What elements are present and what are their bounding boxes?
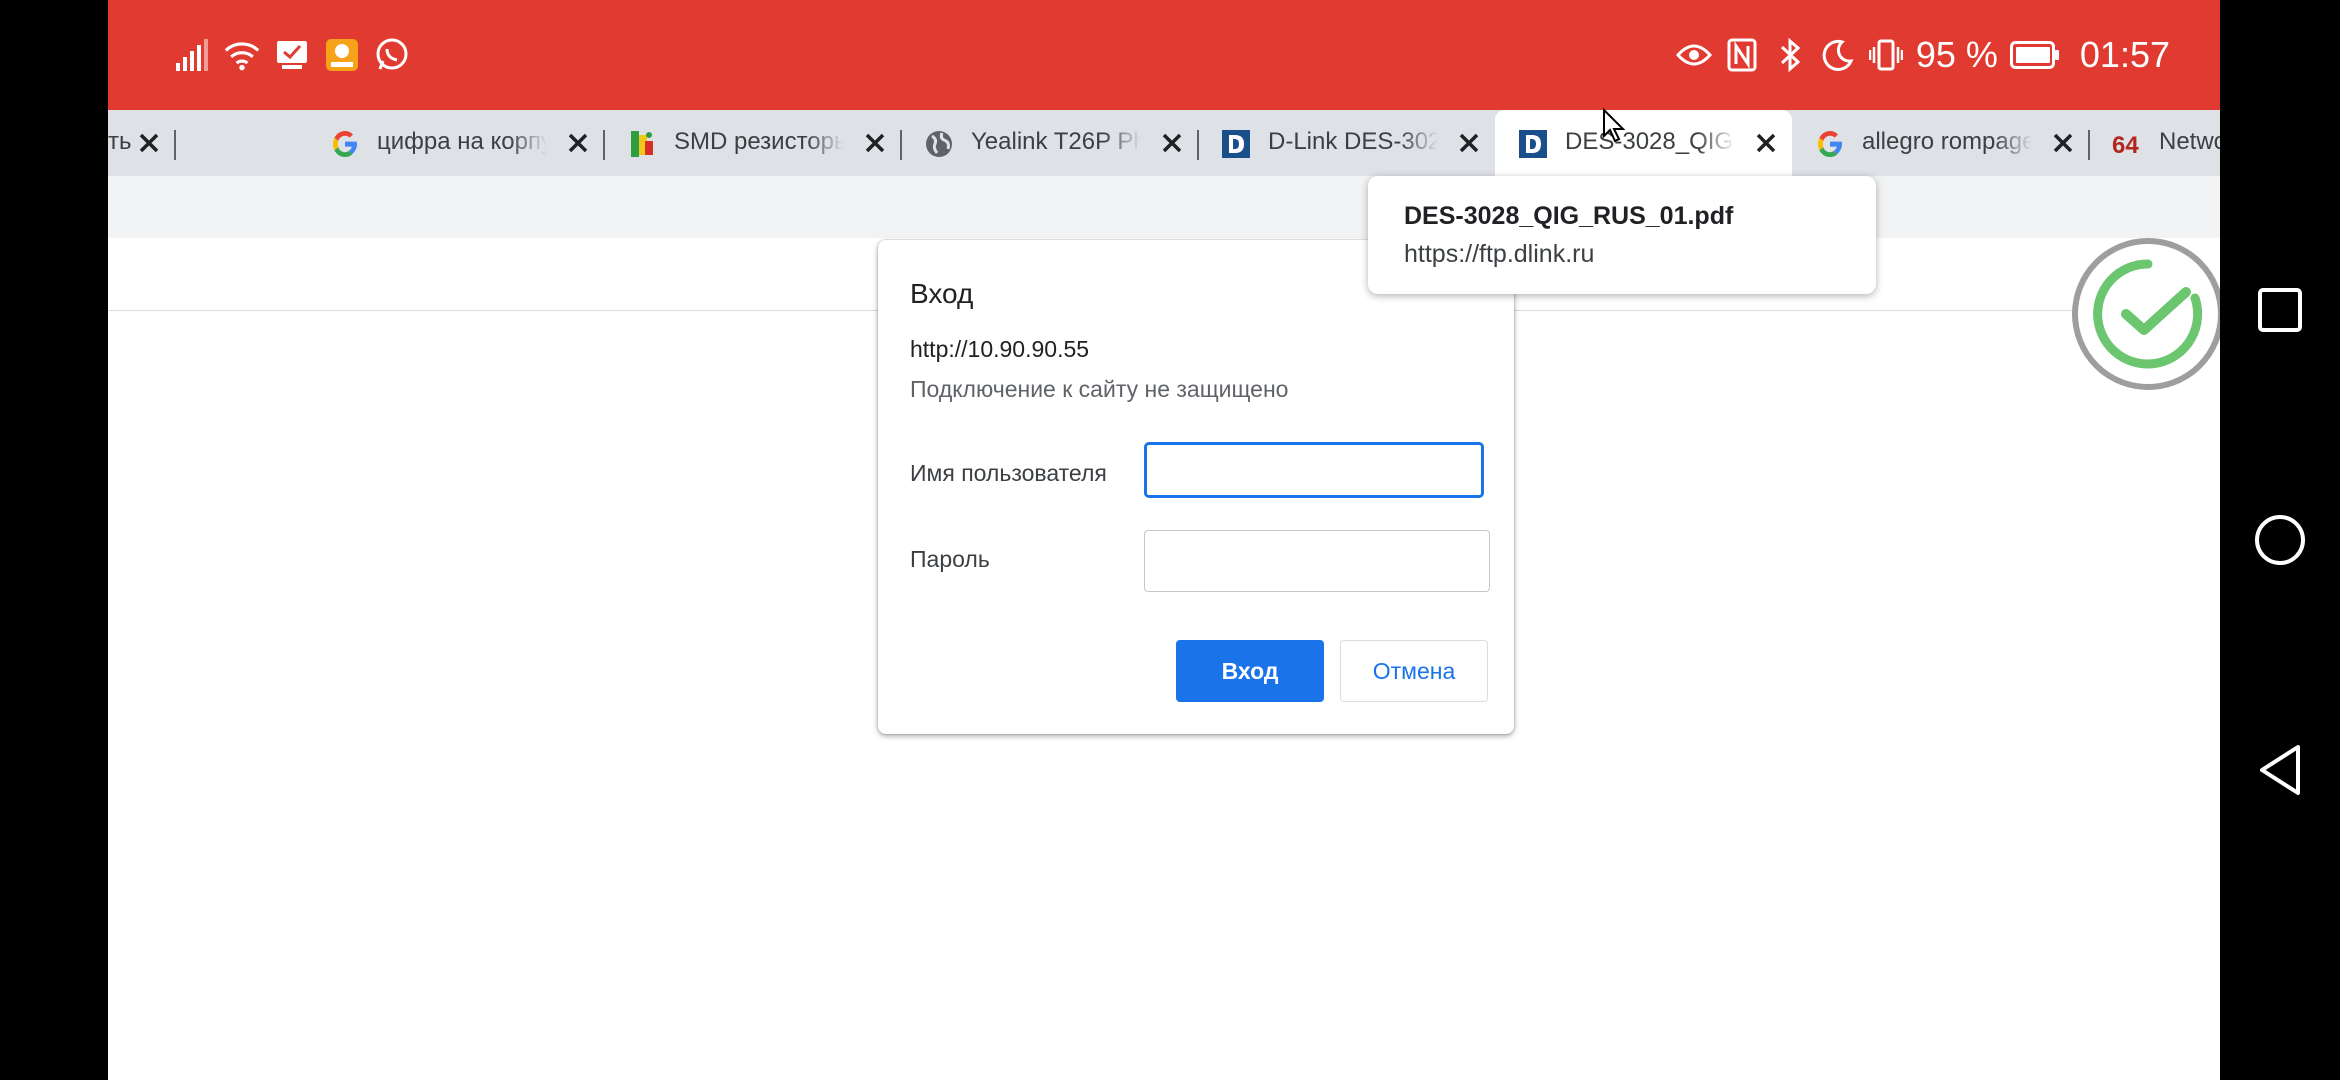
globe-icon xyxy=(923,128,955,160)
resistor-site-icon xyxy=(626,128,658,160)
password-input[interactable] xyxy=(1144,530,1490,592)
close-icon[interactable] xyxy=(563,128,593,158)
wifi-icon xyxy=(224,37,260,73)
tab-title: Network device xyxy=(2159,128,2220,155)
login-button[interactable]: Вход xyxy=(1176,640,1324,702)
moon-icon xyxy=(1820,37,1856,73)
hover-card-url: https://ftp.dlink.ru xyxy=(1404,240,1595,268)
browser-screen: 95 % 01:57 ть / цифра на корпус xyxy=(108,0,2220,1080)
tab-title: allegro rompager xyxy=(1862,128,2032,155)
tab-title: Yealink T26P Phone xyxy=(971,128,1141,155)
tab-title: цифра на корпус xyxy=(377,128,547,155)
tab-strip: ть / цифра на корпус SMD резисторы xyxy=(108,110,2220,176)
tab-0[interactable]: ть / xyxy=(108,110,176,176)
eye-icon xyxy=(1675,37,1712,73)
close-icon[interactable] xyxy=(1751,128,1781,158)
password-label: Пароль xyxy=(910,546,990,572)
vibrate-icon xyxy=(1868,37,1904,73)
tab-separator xyxy=(174,130,176,160)
dialog-url: http://10.90.90.55 xyxy=(910,336,1090,362)
tab-title: DES-3028_QIG_RUS xyxy=(1565,128,1735,155)
tab-hover-card: DES-3028_QIG_RUS_01.pdf https://ftp.dlin… xyxy=(1368,176,1876,294)
status-bar: 95 % 01:57 xyxy=(108,0,2220,110)
mouse-cursor-icon xyxy=(1602,107,1626,144)
home-button[interactable] xyxy=(2250,510,2310,570)
cancel-button[interactable]: Отмена xyxy=(1340,640,1488,702)
tab-5-active[interactable]: DES-3028_QIG_RUS xyxy=(1495,110,1792,176)
google-icon xyxy=(1814,128,1846,160)
dlink-icon xyxy=(1220,128,1252,160)
close-icon[interactable] xyxy=(1157,128,1187,158)
username-label: Имя пользователя xyxy=(910,460,1107,486)
battery-icon xyxy=(2009,37,2060,73)
notification-app-icon xyxy=(324,37,360,73)
bluetooth-icon xyxy=(1772,37,1808,73)
tab-6[interactable]: allegro rompager xyxy=(1792,110,2090,176)
close-icon[interactable] xyxy=(2048,128,2078,158)
svg-text:64: 64 xyxy=(2112,132,2139,159)
nfc-icon xyxy=(1724,37,1760,73)
browser-toolbar xyxy=(108,176,2220,238)
tab-2[interactable]: SMD резисторы xyxy=(604,110,902,176)
dialog-warning: Подключение к сайту не защищено xyxy=(910,376,1289,402)
clock: 01:57 xyxy=(2079,34,2170,75)
tab-title: SMD резисторы xyxy=(674,128,844,155)
back-button[interactable] xyxy=(2250,740,2310,800)
battery-percent: 95 % xyxy=(1915,34,1998,75)
username-input[interactable] xyxy=(1144,442,1484,498)
close-icon[interactable] xyxy=(1454,128,1484,158)
whatsapp-icon xyxy=(374,37,410,73)
login-dialog: Вход http://10.90.90.55 Подключение к са… xyxy=(878,240,1514,734)
close-icon[interactable] xyxy=(860,128,890,158)
tab-title: D-Link DES-3028 xyxy=(1268,128,1438,155)
dlink-icon xyxy=(1517,128,1549,160)
tab-3[interactable]: Yealink T26P Phone xyxy=(901,110,1199,176)
google-icon xyxy=(329,128,361,160)
signal-icon xyxy=(174,37,210,73)
tab-7[interactable]: 64 Network device xyxy=(2089,110,2220,176)
recents-button[interactable] xyxy=(2250,280,2310,340)
check-widget[interactable] xyxy=(2072,238,2220,390)
hover-card-title: DES-3028_QIG_RUS_01.pdf xyxy=(1404,202,1734,230)
dialog-title: Вход xyxy=(910,278,974,309)
close-icon[interactable] xyxy=(134,128,164,158)
task-check-icon xyxy=(274,37,310,73)
tab-1[interactable]: цифра на корпус xyxy=(307,110,605,176)
site-64-icon: 64 xyxy=(2111,128,2143,160)
android-nav-bar xyxy=(2220,0,2340,1080)
tab-4[interactable]: D-Link DES-3028 xyxy=(1198,110,1495,176)
status-bar-left xyxy=(174,32,410,78)
status-bar-right: 95 % 01:57 xyxy=(1675,28,2170,82)
